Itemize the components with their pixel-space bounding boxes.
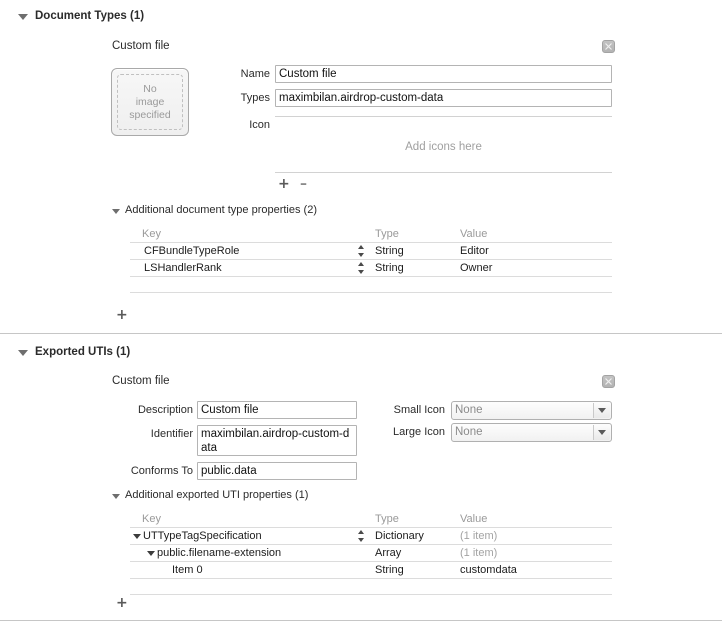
chevron-down-icon[interactable]	[593, 425, 610, 440]
exported-uti-properties-table[interactable]: Key Type Value UTTypeTagSpecification Di…	[130, 511, 612, 597]
icon-dropzone-top-divider	[275, 116, 612, 117]
table-row[interactable]: public.filename-extension Array (1 item)	[130, 545, 612, 561]
no-image-line-3: specified	[129, 108, 171, 121]
table-rule	[130, 594, 612, 595]
column-header-type: Type	[375, 513, 399, 525]
additional-document-type-properties-title: Additional document type properties (2)	[125, 204, 317, 216]
identifier-label: Identifier	[150, 428, 193, 440]
column-header-value: Value	[460, 513, 488, 525]
document-type-item-title: Custom file	[112, 40, 170, 52]
row-value[interactable]: (1 item)	[460, 528, 497, 544]
row-value[interactable]: customdata	[460, 562, 517, 578]
large-icon-select[interactable]: None	[451, 423, 612, 442]
no-image-line-1: No	[143, 82, 157, 95]
row-type[interactable]: Dictionary	[375, 528, 424, 544]
row-stepper[interactable]	[358, 261, 365, 275]
row-key[interactable]: Item 0	[172, 562, 203, 578]
table-header-row: Key Type Value	[130, 511, 612, 527]
table-row[interactable]: UTTypeTagSpecification Dictionary (1 ite…	[130, 528, 612, 544]
close-icon[interactable]	[602, 40, 615, 53]
row-disclosure-triangle-icon[interactable]	[133, 534, 141, 539]
add-document-type-button[interactable]: +	[278, 177, 290, 191]
additional-exported-uti-properties-title: Additional exported UTI properties (1)	[125, 489, 309, 501]
exported-uti-item-title: Custom file	[112, 375, 170, 387]
document-types-title: Document Types (1)	[35, 10, 145, 22]
table-rule	[130, 276, 612, 277]
disclosure-triangle-icon[interactable]	[18, 350, 28, 356]
row-key[interactable]: CFBundleTypeRole	[144, 243, 239, 259]
table-row[interactable]: CFBundleTypeRole String Editor	[130, 243, 612, 259]
row-type[interactable]: String	[375, 562, 404, 578]
no-image-placeholder: No image specified	[117, 74, 183, 130]
name-label: Name	[240, 68, 270, 80]
document-type-properties-table[interactable]: Key Type Value CFBundleTypeRole String E…	[130, 226, 612, 296]
row-type[interactable]: String	[375, 260, 404, 276]
row-value[interactable]: Owner	[460, 260, 492, 276]
conforms-to-label: Conforms To	[130, 465, 193, 477]
exported-utis-title: Exported UTIs (1)	[35, 346, 131, 358]
disclosure-triangle-icon[interactable]	[112, 208, 120, 214]
row-disclosure-triangle-icon[interactable]	[147, 551, 155, 556]
table-header-row: Key Type Value	[130, 226, 612, 242]
add-icons-here-text: Add icons here	[405, 141, 482, 153]
row-key[interactable]: LSHandlerRank	[144, 260, 222, 276]
additional-exported-uti-properties-header[interactable]: Additional exported UTI properties (1)	[112, 489, 308, 501]
row-value[interactable]: (1 item)	[460, 545, 497, 561]
no-image-line-2: image	[135, 95, 165, 108]
section-divider	[0, 333, 722, 334]
column-header-type: Type	[375, 228, 399, 240]
small-icon-select[interactable]: None	[451, 401, 612, 420]
types-input[interactable]: maximbilan.airdrop-custom-data	[275, 89, 612, 107]
types-label: Types	[240, 92, 270, 104]
column-header-value: Value	[460, 228, 488, 240]
description-label: Description	[137, 404, 193, 416]
disclosure-triangle-icon[interactable]	[18, 14, 28, 20]
conforms-to-input[interactable]: public.data	[197, 462, 357, 480]
row-stepper[interactable]	[358, 244, 365, 258]
row-key[interactable]: UTTypeTagSpecification	[143, 528, 262, 544]
row-key[interactable]: public.filename-extension	[157, 545, 281, 561]
icon-dropzone-bottom-divider	[275, 172, 612, 173]
document-type-icon-well[interactable]: No image specified	[111, 68, 189, 136]
column-header-key: Key	[142, 513, 161, 525]
small-icon-value: None	[455, 404, 483, 416]
row-type[interactable]: Array	[375, 545, 401, 561]
large-icon-value: None	[455, 426, 483, 438]
table-rule	[130, 292, 612, 293]
disclosure-triangle-icon[interactable]	[112, 493, 120, 499]
bottom-divider	[0, 620, 722, 621]
large-icon-label: Large Icon	[393, 426, 445, 438]
close-icon[interactable]	[602, 375, 615, 388]
remove-document-type-button[interactable]: –	[300, 177, 307, 191]
small-icon-label: Small Icon	[393, 404, 445, 416]
name-input[interactable]: Custom file	[275, 65, 612, 83]
add-document-type-property-button[interactable]: +	[116, 308, 128, 322]
column-header-key: Key	[142, 228, 161, 240]
additional-document-type-properties-header[interactable]: Additional document type properties (2)	[112, 204, 317, 216]
table-row[interactable]: LSHandlerRank String Owner	[130, 260, 612, 276]
document-types-section-header[interactable]: Document Types (1)	[18, 10, 144, 22]
add-exported-uti-property-button[interactable]: +	[116, 596, 128, 610]
exported-utis-section-header[interactable]: Exported UTIs (1)	[18, 346, 130, 358]
table-rule	[130, 578, 612, 579]
row-value[interactable]: Editor	[460, 243, 489, 259]
icon-label: Icon	[249, 119, 270, 131]
row-type[interactable]: String	[375, 243, 404, 259]
table-row[interactable]: Item 0 String customdata	[130, 562, 612, 578]
chevron-down-icon[interactable]	[593, 403, 610, 418]
row-stepper[interactable]	[358, 529, 365, 543]
